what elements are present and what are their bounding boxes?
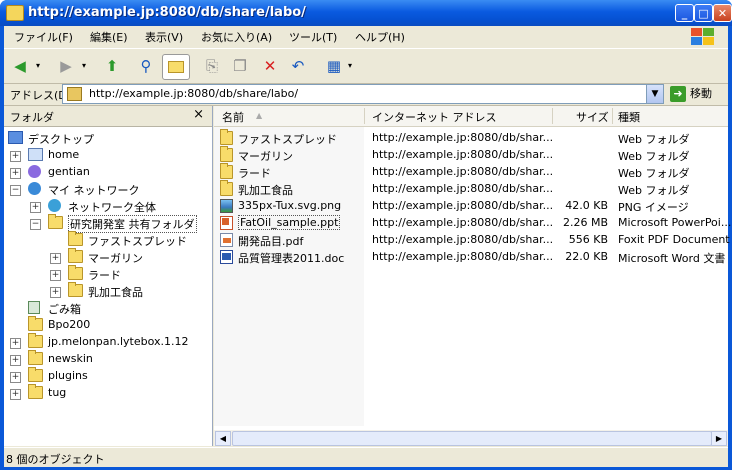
menu-edit[interactable]: 編集(E) <box>90 29 128 45</box>
maximize-button[interactable]: □ <box>694 4 713 22</box>
recycle-bin-icon <box>28 301 40 314</box>
scroll-right-icon[interactable]: ▶ <box>711 431 727 446</box>
address-value: http://example.jp:8080/db/share/labo/ <box>89 87 299 100</box>
sort-ascending-icon: ▲ <box>256 111 263 120</box>
scroll-left-icon[interactable]: ◀ <box>215 431 231 446</box>
folder-icon <box>6 5 24 21</box>
close-button[interactable]: ✕ <box>713 4 732 22</box>
my-network-icon <box>28 182 41 195</box>
table-row[interactable]: 品質管理表2011.doc http://example.jp:8080/db/… <box>214 249 728 266</box>
back-icon[interactable]: ◀ <box>8 54 32 78</box>
web-folder-icon <box>67 87 82 101</box>
back-dropdown-icon[interactable]: ▾ <box>32 54 44 78</box>
move-to-icon[interactable]: ⎘ <box>200 54 224 78</box>
menu-bar: ファイル(F) 編集(E) 表示(V) お気に入り(A) ツール(T) ヘルプ(… <box>4 26 728 46</box>
table-row[interactable]: ファストスプレッド http://example.jp:8080/db/shar… <box>214 129 728 147</box>
menu-help[interactable]: ヘルプ(H) <box>355 29 405 45</box>
list-header: 名前 ▲ インターネット アドレス サイズ 種類 <box>214 106 728 127</box>
word-file-icon <box>220 250 233 264</box>
table-row[interactable]: ラード http://example.jp:8080/db/shar... We… <box>214 163 728 181</box>
folder-icon <box>68 231 83 246</box>
folder-pane-title: フォルダ <box>10 111 54 124</box>
scroll-thumb[interactable] <box>232 431 712 446</box>
forward-dropdown-icon[interactable]: ▾ <box>78 54 90 78</box>
title-bar[interactable]: http://example.jp:8080/db/share/labo/ _ … <box>0 0 732 26</box>
folder-icon <box>220 163 233 179</box>
window-title: http://example.jp:8080/db/share/labo/ <box>28 5 306 20</box>
go-button[interactable]: ➜ 移動 <box>670 85 712 102</box>
copy-to-icon[interactable]: ❐ <box>228 54 252 78</box>
address-dropdown-icon[interactable]: ▼ <box>646 85 663 103</box>
expand-icon[interactable]: + <box>50 287 61 298</box>
folder-icon <box>220 129 233 145</box>
go-arrow-icon: ➜ <box>670 86 686 102</box>
horizontal-scrollbar[interactable]: ◀ ▶ <box>214 430 728 446</box>
expand-icon[interactable]: + <box>10 389 21 400</box>
folders-icon[interactable] <box>162 54 190 80</box>
table-row[interactable]: 乳加工食品 http://example.jp:8080/db/shar... … <box>214 180 728 198</box>
close-pane-icon[interactable]: × <box>193 107 204 122</box>
expand-icon[interactable]: + <box>50 270 61 281</box>
powerpoint-file-icon <box>220 216 233 230</box>
column-url[interactable]: インターネット アドレス <box>372 109 497 125</box>
globe-icon <box>48 199 61 212</box>
minimize-button[interactable]: _ <box>675 4 694 22</box>
explorer-window: http://example.jp:8080/db/share/labo/ _ … <box>0 0 732 470</box>
folder-icon <box>28 384 43 399</box>
folder-icon <box>220 146 233 162</box>
collapse-icon[interactable]: − <box>30 219 41 230</box>
folder-icon <box>68 248 83 263</box>
column-type[interactable]: 種類 <box>618 109 640 125</box>
views-icon[interactable]: ▦ <box>322 54 346 78</box>
address-bar: アドレス(D) http://example.jp:8080/db/share/… <box>4 83 728 106</box>
expand-icon[interactable]: + <box>50 253 61 264</box>
windows-logo-icon <box>688 26 718 46</box>
folder-pane: フォルダ × デスクトップ + home + gentian − マイ ネットワ… <box>4 106 213 446</box>
go-label: 移動 <box>690 87 712 100</box>
table-row[interactable]: 開発品目.pdf http://example.jp:8080/db/shar.… <box>214 232 730 249</box>
table-row[interactable]: マーガリン http://example.jp:8080/db/shar... … <box>214 146 728 164</box>
toolbar: ◀ ▾ ▶ ▾ ⬆ ⚲ ⎘ ❐ ✕ ↶ ▦ ▾ <box>4 48 728 84</box>
file-list-pane: 名前 ▲ インターネット アドレス サイズ 種類 ファストスプレッド http:… <box>214 106 731 446</box>
forward-icon[interactable]: ▶ <box>54 54 78 78</box>
expand-icon[interactable]: + <box>10 355 21 366</box>
folder-pane-header: フォルダ × <box>4 106 212 127</box>
undo-icon[interactable]: ↶ <box>286 54 310 78</box>
folder-icon <box>28 350 43 365</box>
up-folder-icon[interactable]: ⬆ <box>100 54 124 78</box>
expand-icon[interactable]: + <box>10 168 21 179</box>
search-icon[interactable]: ⚲ <box>134 54 158 78</box>
menu-favorites[interactable]: お気に入り(A) <box>201 29 272 45</box>
status-text: 8 個のオブジェクト <box>6 453 105 466</box>
window-client: ファイル(F) 編集(E) 表示(V) お気に入り(A) ツール(T) ヘルプ(… <box>4 26 731 467</box>
status-bar: 8 個のオブジェクト <box>4 447 728 467</box>
delete-icon[interactable]: ✕ <box>258 54 282 78</box>
menu-file[interactable]: ファイル(F) <box>14 29 73 45</box>
menu-tools[interactable]: ツール(T) <box>289 29 337 45</box>
folder-icon <box>28 367 43 382</box>
user-icon <box>28 165 41 178</box>
address-input[interactable]: http://example.jp:8080/db/share/labo/ ▼ <box>62 84 664 104</box>
expand-icon[interactable]: + <box>10 338 21 349</box>
collapse-icon[interactable]: − <box>10 185 21 196</box>
views-dropdown-icon[interactable]: ▾ <box>344 54 356 78</box>
pdf-file-icon <box>220 233 233 247</box>
desktop-icon <box>8 131 23 144</box>
column-name[interactable]: 名前 <box>222 109 244 125</box>
table-row[interactable]: 335px-Tux.svg.png http://example.jp:8080… <box>214 198 728 215</box>
folder-icon <box>68 282 83 297</box>
folder-icon <box>220 180 233 196</box>
network-folder-icon <box>28 148 43 161</box>
web-folder-icon <box>48 214 63 229</box>
menu-view[interactable]: 表示(V) <box>145 29 183 45</box>
folder-icon <box>68 265 83 280</box>
column-size[interactable]: サイズ <box>576 109 609 125</box>
image-file-icon <box>220 199 233 213</box>
expand-icon[interactable]: + <box>30 202 41 213</box>
expand-icon[interactable]: + <box>10 372 21 383</box>
expand-icon[interactable]: + <box>10 151 21 162</box>
table-row[interactable]: FatOil_sample.ppt http://example.jp:8080… <box>214 215 731 232</box>
folder-icon <box>28 333 43 348</box>
folder-icon <box>28 316 43 331</box>
